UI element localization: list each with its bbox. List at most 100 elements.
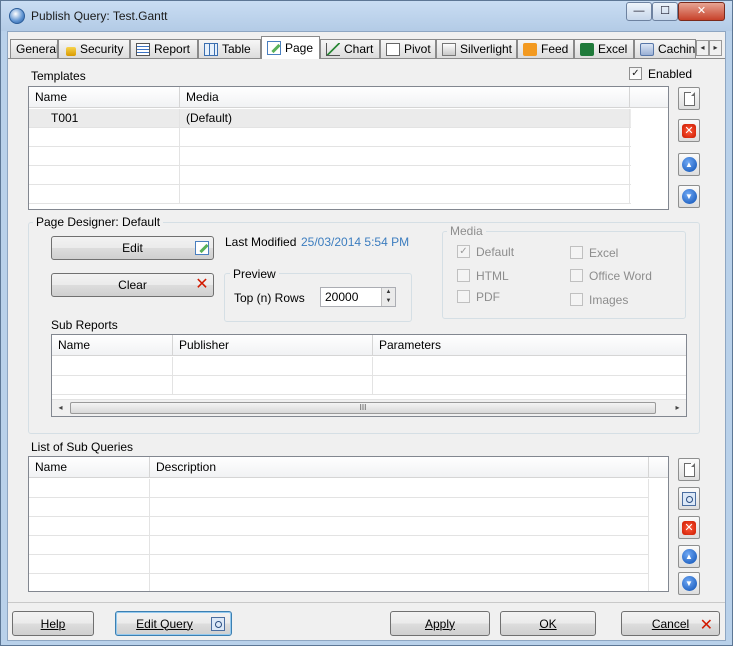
dialog-footer: Help Edit Query Apply OK Cancel ✕ — [8, 602, 725, 640]
delete-icon: ✕ — [195, 276, 209, 293]
table-row — [52, 376, 686, 395]
delete-template-button[interactable]: ✕ — [678, 119, 700, 142]
tab-label: Page — [285, 41, 314, 55]
new-sub-query-button[interactable] — [678, 458, 700, 481]
close-window-button[interactable]: ✕ — [678, 2, 725, 21]
tab-pivot[interactable]: Pivot — [380, 39, 436, 58]
tab-label: Security — [80, 42, 124, 56]
media-excel-label: Excel — [589, 246, 619, 260]
tab-scroll-left-button[interactable]: ◂ — [696, 40, 709, 56]
minimize-button[interactable]: — — [626, 2, 652, 21]
delete-icon: ✕ — [682, 123, 696, 138]
chart-icon — [326, 42, 340, 56]
arrow-up-icon: ▲ — [681, 157, 697, 172]
media-pdf-checkbox[interactable] — [457, 290, 470, 303]
template-media-cell: (Default) — [180, 109, 630, 128]
report-icon — [136, 42, 150, 56]
column-header-media[interactable]: Media — [180, 87, 630, 108]
spin-up-button[interactable]: ▲ — [381, 288, 395, 297]
scroll-thumb[interactable]: III — [70, 402, 656, 414]
tab-general[interactable]: General — [10, 39, 58, 58]
move-template-up-button[interactable]: ▲ — [678, 153, 700, 176]
edit-icon — [195, 241, 209, 255]
sub-reports-horizontal-scrollbar[interactable]: ◂ III ▸ — [52, 399, 686, 416]
move-template-down-button[interactable]: ▼ — [678, 185, 700, 208]
column-header-publisher[interactable]: Publisher — [173, 335, 373, 356]
tab-caching[interactable]: Cachin — [634, 39, 696, 58]
tab-table[interactable]: Table — [198, 39, 261, 58]
new-template-button[interactable] — [678, 87, 700, 110]
column-header-name[interactable]: Name — [29, 457, 150, 478]
tab-report[interactable]: Report — [130, 39, 198, 58]
tab-security[interactable]: Security — [58, 39, 130, 58]
sub-queries-grid: Name Description — [28, 456, 669, 592]
browse-sub-query-button[interactable] — [678, 487, 700, 510]
ok-button[interactable]: OK — [500, 611, 596, 636]
edit-query-button[interactable]: Edit Query — [115, 611, 232, 636]
page-edit-icon — [267, 41, 281, 55]
tab-chart[interactable]: Chart — [320, 39, 380, 58]
scroll-right-button[interactable]: ▸ — [669, 400, 686, 416]
column-header-name[interactable]: Name — [29, 87, 180, 108]
tab-label: Feed — [541, 42, 569, 56]
top-rows-input[interactable]: 20000 ▲ ▼ — [320, 287, 396, 307]
media-default-checkbox[interactable]: ✓ — [457, 245, 470, 258]
preview-heading: Preview — [230, 267, 279, 281]
table-row[interactable]: T001 (Default) — [29, 109, 631, 128]
apply-button-label: Apply — [424, 616, 456, 631]
tab-silverlight[interactable]: Silverlight — [436, 39, 517, 58]
tab-strip: General Security Report Table Page Chart — [8, 36, 725, 59]
help-button-label: Help — [40, 616, 66, 631]
title-bar: Publish Query: Test.Gantt — ☐ ✕ — [1, 1, 732, 31]
spin-down-button[interactable]: ▼ — [381, 297, 395, 306]
edit-query-button-label: Edit Query — [136, 616, 193, 631]
ok-button-label: OK — [539, 616, 557, 631]
media-excel-checkbox[interactable] — [570, 246, 583, 259]
tab-label: Cachin — [658, 42, 696, 56]
table-row — [29, 574, 649, 591]
tab-excel[interactable]: Excel — [574, 39, 634, 58]
apply-button[interactable]: Apply — [390, 611, 490, 636]
page-designer-heading: Page Designer: Default — [33, 215, 164, 229]
arrow-up-icon: ▲ — [681, 549, 697, 564]
media-images-checkbox[interactable] — [570, 293, 583, 306]
tab-label: Pivot — [404, 42, 431, 56]
tab-feed[interactable]: Feed — [517, 39, 574, 58]
edit-page-button[interactable]: Edit — [51, 236, 214, 260]
feed-icon — [523, 42, 537, 56]
templates-grid-header: Name Media — [29, 87, 668, 108]
cancel-button-label: Cancel — [651, 616, 690, 631]
media-html-checkbox[interactable] — [457, 269, 470, 282]
column-header-description[interactable]: Description — [150, 457, 649, 478]
table-icon — [204, 42, 218, 56]
top-rows-label: Top (n) Rows — [234, 291, 305, 305]
table-row — [29, 517, 649, 536]
cancel-button[interactable]: Cancel ✕ — [621, 611, 720, 636]
table-row — [29, 555, 649, 574]
pivot-icon — [386, 42, 400, 56]
scroll-left-button[interactable]: ◂ — [52, 400, 69, 416]
globe-icon — [9, 8, 25, 24]
tab-page[interactable]: Page — [261, 36, 320, 59]
column-header-name[interactable]: Name — [52, 335, 173, 356]
column-header-parameters[interactable]: Parameters — [373, 335, 686, 356]
tab-label: General — [16, 42, 58, 56]
move-sub-query-up-button[interactable]: ▲ — [678, 545, 700, 568]
excel-icon — [580, 42, 594, 56]
move-sub-query-down-button[interactable]: ▼ — [678, 572, 700, 595]
media-heading: Media — [447, 224, 486, 238]
maximize-button[interactable]: ☐ — [652, 2, 678, 21]
find-icon — [682, 491, 696, 506]
media-office-word-checkbox[interactable] — [570, 269, 583, 282]
table-row — [29, 498, 649, 517]
clear-page-button[interactable]: Clear ✕ — [51, 273, 214, 297]
tab-scroll-right-button[interactable]: ▸ — [709, 40, 722, 56]
arrow-down-icon: ▼ — [681, 189, 697, 204]
help-button[interactable]: Help — [12, 611, 94, 636]
enabled-checkbox[interactable]: ✓ — [629, 67, 642, 80]
delete-sub-query-button[interactable]: ✕ — [678, 516, 700, 539]
last-modified-label: Last Modified — [225, 235, 297, 249]
edit-button-label: Edit — [122, 241, 143, 255]
tab-label: Table — [222, 42, 251, 56]
lock-icon — [66, 46, 76, 56]
